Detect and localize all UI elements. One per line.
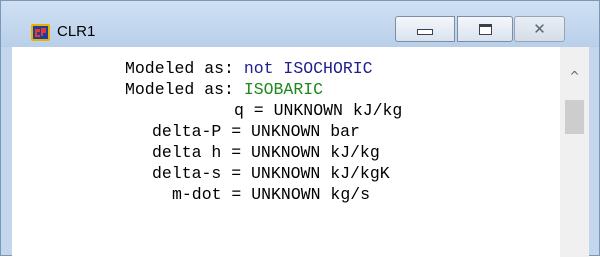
chevron-up-icon: ^ (569, 69, 580, 83)
output-line: Modeled as: not ISOCHORIC (125, 59, 373, 79)
maximize-icon (478, 23, 492, 35)
close-button[interactable]: ✕ (514, 16, 565, 42)
clr1-window: CLR1 ✕ Modeled as: not ISOCHORIC Modeled… (0, 0, 600, 257)
line-value: ISOBARIC (243, 80, 324, 99)
output-line: Modeled as: ISOBARIC (125, 80, 323, 100)
scroll-thumb[interactable] (565, 100, 584, 134)
line-label: Modeled as: (125, 59, 234, 78)
output-line: delta h = UNKNOWN kJ/kg (152, 143, 380, 162)
window-title: CLR1 (57, 23, 96, 40)
line-label: Modeled as: (125, 80, 234, 99)
maximize-button[interactable] (457, 16, 513, 42)
title-bar[interactable]: CLR1 ✕ (1, 1, 599, 47)
minimize-button[interactable] (395, 16, 455, 42)
vertical-scrollbar[interactable]: ^ (560, 47, 589, 257)
output-pane: Modeled as: not ISOCHORIC Modeled as: IS… (12, 47, 589, 257)
minimize-icon (417, 29, 433, 35)
output-line: delta-s = UNKNOWN kJ/kgK (152, 164, 390, 183)
line-value: not ISOCHORIC (243, 59, 373, 78)
output-line: q = UNKNOWN kJ/kg (234, 101, 403, 120)
output-line: delta-P = UNKNOWN bar (152, 122, 360, 141)
app-icon (31, 24, 50, 41)
close-icon: ✕ (533, 19, 546, 38)
scroll-up-button[interactable]: ^ (560, 61, 589, 91)
output-line: m-dot = UNKNOWN kg/s (172, 185, 371, 204)
